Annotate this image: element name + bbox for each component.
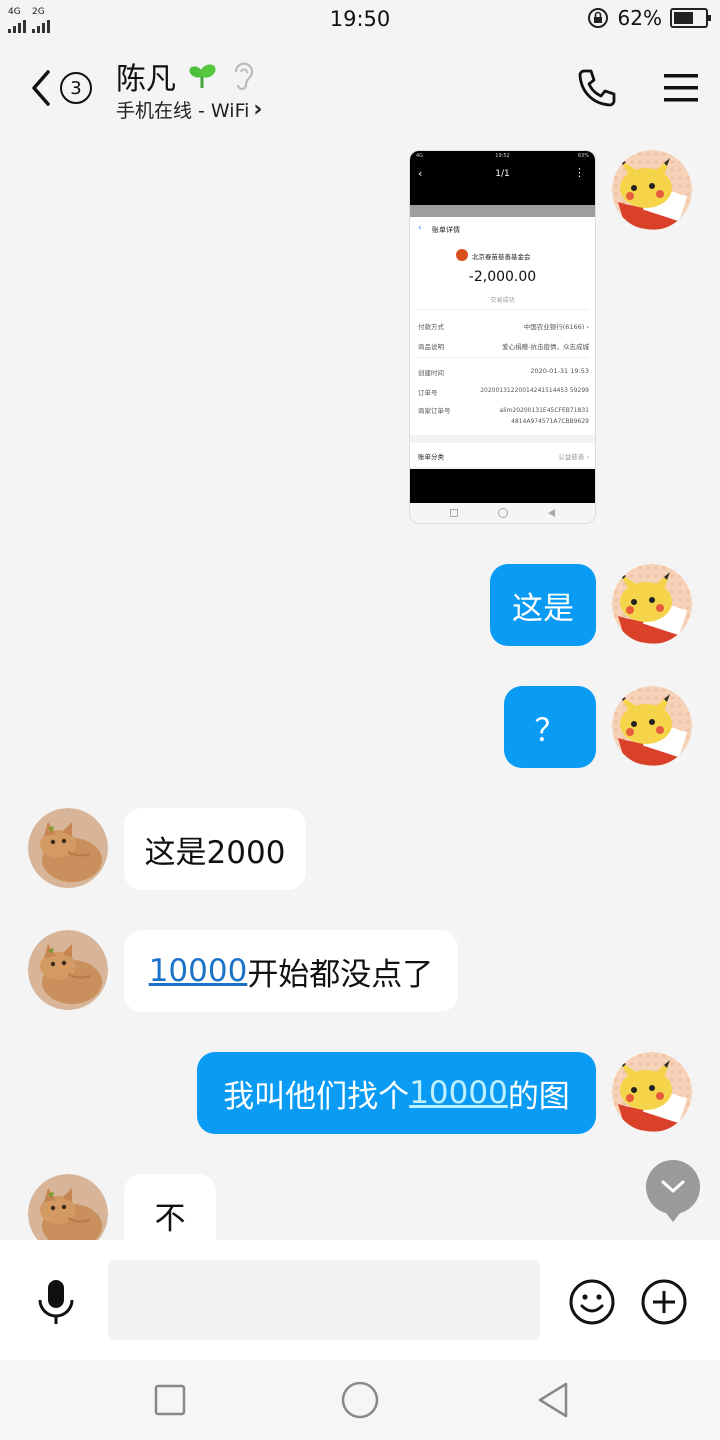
- bill-amount: -2,000.00: [468, 269, 537, 285]
- more-button[interactable]: [640, 1278, 688, 1326]
- chat-screen: 4G 2G 19:50 62% 3 陈凡 手机在线 - WiFi › 4G 19…: [0, 0, 720, 1440]
- message-text: 我叫他们找个: [223, 1078, 410, 1115]
- triangle-back-icon: [538, 1382, 568, 1418]
- row-value: 2020-01-31 19:53: [530, 367, 589, 375]
- screenshot-navbar: [410, 503, 595, 523]
- cat-avatar-icon: [28, 808, 108, 888]
- menu-icon: [664, 74, 698, 102]
- incoming-message-bubble[interactable]: 这是2000: [124, 808, 306, 890]
- outgoing-message-bubble[interactable]: ？: [504, 686, 596, 768]
- bill-title: 账单详情: [432, 226, 460, 234]
- microphone-icon: [38, 1280, 74, 1324]
- square-icon: [154, 1384, 186, 1416]
- voice-button[interactable]: [32, 1276, 80, 1328]
- rotation-lock-icon: [587, 8, 608, 28]
- system-nav-bar: [0, 1360, 720, 1440]
- input-bar: [0, 1240, 720, 1360]
- message-link[interactable]: 10000: [409, 1075, 508, 1111]
- pikachu-avatar-icon: [612, 150, 692, 230]
- merchant-logo: [456, 249, 468, 261]
- my-avatar[interactable]: [612, 564, 692, 644]
- chat-header: 3 陈凡 手机在线 - WiFi ›: [0, 50, 720, 130]
- online-status-text: 手机在线 - WiFi: [116, 100, 250, 122]
- row-label: 订单号: [418, 389, 438, 397]
- contact-name: 陈凡: [116, 62, 176, 97]
- plus-icon: [641, 1279, 687, 1325]
- call-button[interactable]: [574, 66, 618, 110]
- battery-percent: 62%: [617, 6, 662, 30]
- outgoing-message-bubble[interactable]: 这是: [490, 564, 596, 646]
- row-value: 中国农业银行(6166) ›: [523, 323, 589, 331]
- message-text: 不: [154, 1200, 186, 1237]
- my-avatar[interactable]: [612, 1052, 692, 1132]
- message-text: 这是2000: [144, 834, 286, 871]
- chevron-right-icon: ›: [253, 97, 263, 122]
- row-label: 商家订单号: [418, 407, 451, 415]
- leaf-icon: [189, 64, 216, 88]
- incoming-message-bubble[interactable]: 10000 开始都没点了: [124, 930, 458, 1012]
- message-text: 的图: [507, 1078, 570, 1115]
- phone-icon: [578, 69, 616, 107]
- bill-result: 交易成功: [490, 297, 515, 304]
- status-right: 62%: [586, 6, 711, 30]
- merchant-name: 北京春苗慈善基金会: [472, 253, 531, 261]
- scroll-to-bottom-button[interactable]: [646, 1160, 700, 1222]
- chevron-down-icon: [661, 1180, 685, 1193]
- menu-button[interactable]: [660, 68, 704, 108]
- circle-icon: [341, 1381, 379, 1419]
- message-text: ？: [534, 712, 566, 749]
- message-link[interactable]: 10000: [149, 953, 248, 989]
- unread-count-badge: 3: [60, 72, 92, 104]
- recents-button[interactable]: [150, 1380, 190, 1420]
- category-label: 账单分类: [418, 453, 444, 461]
- cat-avatar-icon: [28, 930, 108, 1010]
- contact-avatar[interactable]: [28, 808, 108, 888]
- pikachu-avatar-icon: [612, 564, 692, 644]
- home-button[interactable]: [340, 1380, 380, 1420]
- battery-icon: [670, 8, 711, 28]
- status-bar: 4G 2G 19:50 62%: [0, 0, 720, 38]
- message-input[interactable]: [108, 1260, 540, 1340]
- chevron-left-icon: [32, 70, 50, 106]
- image-message[interactable]: 4G 19:52 63% ‹ 1/1 ⋮ ‹ 账单详情 北京春苗慈善基金会 -2…: [409, 150, 596, 524]
- my-avatar[interactable]: [612, 686, 692, 766]
- contact-name-row[interactable]: 陈凡: [116, 54, 256, 98]
- screenshot-topbar: 4G 19:52 63% ‹ 1/1 ⋮: [410, 151, 595, 205]
- row-value: 20200131220014241514453 59299: [480, 387, 589, 394]
- pikachu-avatar-icon: [612, 686, 692, 766]
- row-label: 付款方式: [418, 323, 444, 331]
- screenshot-statusbar: [410, 205, 595, 217]
- pikachu-avatar-icon: [612, 1052, 692, 1132]
- screenshot-bottombar: [410, 469, 595, 503]
- message-text: 开始都没点了: [247, 956, 434, 993]
- row-value: 爱心捐赠-抗击疫情，众志成城: [502, 343, 589, 351]
- contact-avatar[interactable]: [28, 930, 108, 1010]
- ear-icon[interactable]: [230, 60, 256, 92]
- nav-back-button[interactable]: [534, 1380, 574, 1420]
- row-label: 创建时间: [418, 369, 444, 377]
- row-label: 商品说明: [418, 343, 444, 351]
- category-value: 公益慈善 ›: [558, 453, 589, 461]
- screenshot-title: 1/1: [495, 169, 510, 179]
- online-status[interactable]: 手机在线 - WiFi ›: [116, 96, 263, 123]
- outgoing-message-bubble[interactable]: 我叫他们找个 10000 的图: [197, 1052, 596, 1134]
- screenshot-card: ‹ 账单详情 北京春苗慈善基金会 -2,000.00 交易成功 付款方式 中国农…: [410, 217, 595, 467]
- emoji-button[interactable]: [568, 1278, 616, 1326]
- message-text: 这是: [512, 590, 574, 627]
- my-avatar[interactable]: [612, 150, 692, 230]
- smiley-icon: [569, 1279, 615, 1325]
- back-button[interactable]: 3: [28, 66, 108, 110]
- row-value: alim20200131E45CFEB71831 4814A974571A7CB…: [499, 407, 589, 425]
